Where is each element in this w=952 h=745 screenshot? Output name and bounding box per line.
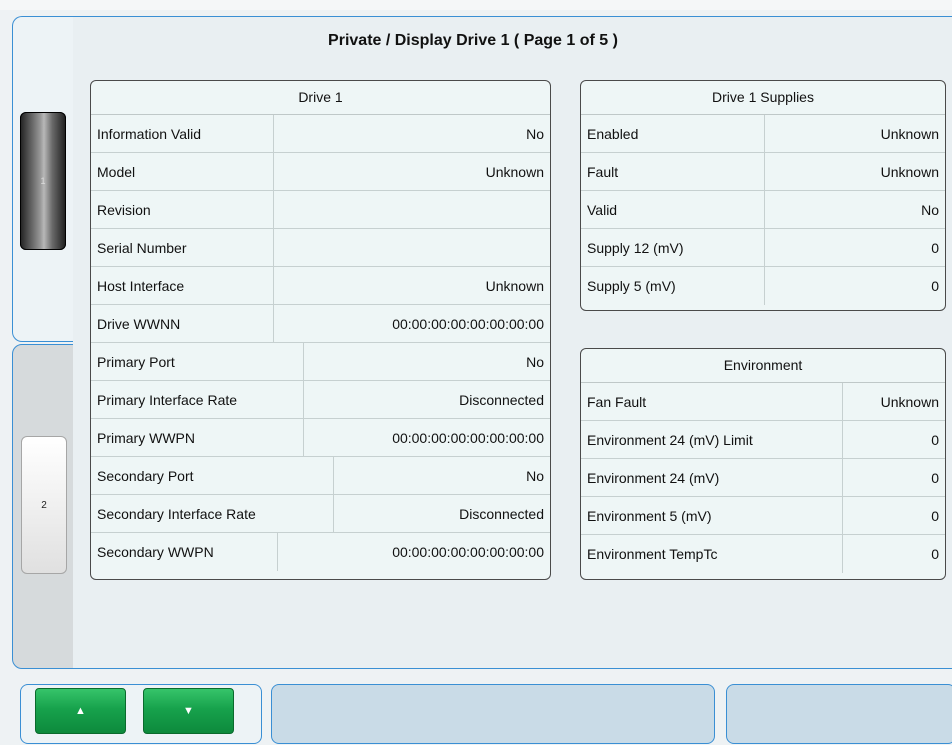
row-label: Host Interface — [91, 267, 274, 304]
row-label: Enabled — [581, 115, 765, 152]
top-strip — [0, 0, 952, 10]
table-row: Enabled Unknown — [581, 115, 945, 153]
row-value: 0 — [931, 431, 939, 448]
row-value — [274, 229, 550, 266]
environment-table: Environment Fan Fault Unknown Environmen… — [580, 348, 946, 580]
row-value: No — [526, 353, 544, 370]
scroll-up-button[interactable]: ▲ — [35, 688, 126, 734]
scroll-down-button[interactable]: ▼ — [143, 688, 234, 734]
row-value: Unknown — [880, 393, 939, 410]
row-label: Valid — [581, 191, 765, 228]
status-panel-right — [726, 684, 952, 744]
table-row: Information Valid No — [91, 115, 550, 153]
table-row: Primary Interface Rate Disconnected — [91, 381, 550, 419]
table-row: Environment TempTc 0 — [581, 535, 945, 573]
table-row: Secondary WWPN 00:00:00:00:00:00:00:00 — [91, 533, 550, 571]
row-value: No — [526, 467, 544, 484]
row-label: Primary WWPN — [91, 419, 304, 456]
row-label: Serial Number — [91, 229, 274, 266]
row-value: 0 — [931, 546, 939, 562]
table-row: Environment 24 (mV) Limit 0 — [581, 421, 945, 459]
row-label: Primary Interface Rate — [91, 381, 304, 418]
row-label: Supply 5 (mV) — [581, 267, 765, 305]
table-row: Environment 24 (mV) 0 — [581, 459, 945, 497]
row-label: Environment 5 (mV) — [581, 497, 843, 534]
table-row: Valid No — [581, 191, 945, 229]
table-row: Fan Fault Unknown — [581, 383, 945, 421]
row-label: Fan Fault — [581, 383, 843, 420]
supplies-table: Drive 1 Supplies Enabled Unknown Fault U… — [580, 80, 946, 311]
row-value: 0 — [931, 507, 939, 524]
table-row: Secondary Port No — [91, 457, 550, 495]
drive-table: Drive 1 Information Valid No Model Unkno… — [90, 80, 551, 580]
row-value: No — [526, 125, 544, 142]
supplies-table-header: Drive 1 Supplies — [581, 81, 945, 115]
row-label: Drive WWNN — [91, 305, 274, 342]
table-row: Secondary Interface Rate Disconnected — [91, 495, 550, 533]
drive-table-header: Drive 1 — [91, 81, 550, 115]
table-row: Environment 5 (mV) 0 — [581, 497, 945, 535]
table-row: Serial Number — [91, 229, 550, 267]
table-row: Primary Port No — [91, 343, 550, 381]
page-1-label: 1 — [40, 176, 46, 186]
row-value — [274, 191, 550, 228]
table-row: Fault Unknown — [581, 153, 945, 191]
row-value: 0 — [931, 278, 939, 294]
table-row: Host Interface Unknown — [91, 267, 550, 305]
row-label: Primary Port — [91, 343, 304, 380]
table-row: Supply 5 (mV) 0 — [581, 267, 945, 305]
table-row: Revision — [91, 191, 550, 229]
row-label: Secondary WWPN — [91, 533, 278, 571]
row-label: Environment 24 (mV) Limit — [581, 421, 843, 458]
table-row: Supply 12 (mV) 0 — [581, 229, 945, 267]
page-2-button[interactable]: 2 — [21, 436, 67, 574]
row-value: Unknown — [880, 163, 939, 180]
row-value: 00:00:00:00:00:00:00:00 — [392, 315, 544, 332]
row-label: Fault — [581, 153, 765, 190]
row-label: Environment 24 (mV) — [581, 459, 843, 496]
row-label: Secondary Interface Rate — [91, 495, 334, 532]
row-value: 00:00:00:00:00:00:00:00 — [392, 429, 544, 446]
table-row: Drive WWNN 00:00:00:00:00:00:00:00 — [91, 305, 550, 343]
row-value: 00:00:00:00:00:00:00:00 — [392, 544, 544, 560]
status-panel — [271, 684, 715, 744]
row-label: Model — [91, 153, 274, 190]
row-value: Unknown — [880, 125, 939, 142]
row-label: Supply 12 (mV) — [581, 229, 765, 266]
row-value: Unknown — [485, 277, 544, 294]
row-value: 0 — [931, 469, 939, 486]
row-value: Unknown — [485, 163, 544, 180]
row-value: Disconnected — [459, 505, 544, 522]
environment-table-header: Environment — [581, 349, 945, 383]
row-value: No — [921, 201, 939, 218]
table-row: Model Unknown — [91, 153, 550, 191]
page-title: Private / Display Drive 1 ( Page 1 of 5 … — [328, 32, 618, 49]
row-value: 0 — [931, 239, 939, 256]
row-label: Environment TempTc — [581, 535, 843, 573]
table-row: Primary WWPN 00:00:00:00:00:00:00:00 — [91, 419, 550, 457]
arrow-up-icon: ▲ — [75, 705, 86, 717]
page-1-button[interactable]: 1 — [20, 112, 66, 250]
page-2-label: 2 — [41, 499, 47, 511]
arrow-down-icon: ▼ — [183, 705, 194, 717]
row-label: Revision — [91, 191, 274, 228]
row-label: Secondary Port — [91, 457, 334, 494]
row-value: Disconnected — [459, 391, 544, 408]
row-label: Information Valid — [91, 115, 274, 152]
